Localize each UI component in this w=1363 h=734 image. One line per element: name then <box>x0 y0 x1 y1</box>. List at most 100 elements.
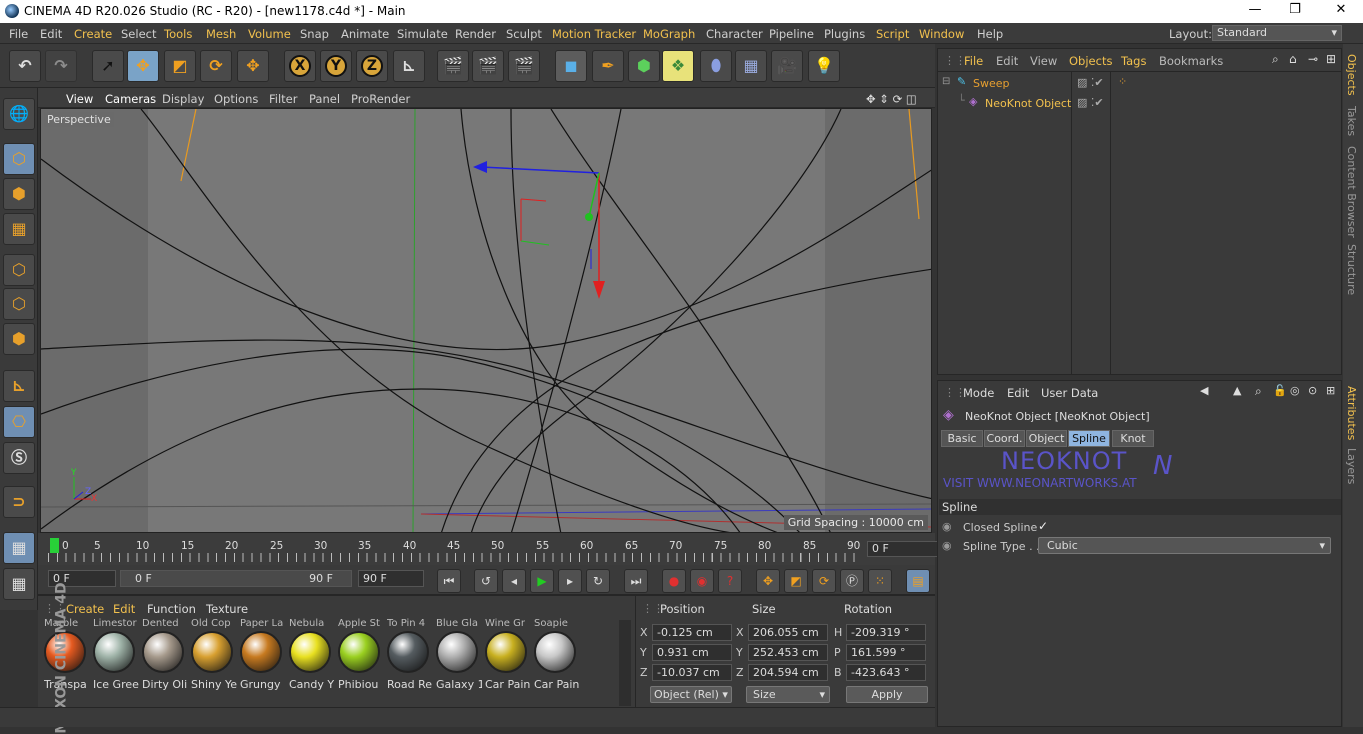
visibility-toggle-icon[interactable]: ▨ ⁚✔ <box>1077 76 1104 89</box>
z-axis-lock-button[interactable]: Z <box>356 50 388 82</box>
keyframe-selection-button[interactable]: ? <box>718 569 742 593</box>
side-tab-content-browser[interactable]: Content Browser <box>1345 146 1358 238</box>
play-button[interactable]: ▶ <box>530 569 554 593</box>
object-name[interactable]: NeoKnot Object <box>985 97 1071 110</box>
3d-viewport[interactable]: Y Z X Perspective Grid Spacing : 10000 c… <box>40 108 932 533</box>
menu-pipeline[interactable]: Pipeline <box>769 27 814 41</box>
viewport-menu-prorender[interactable]: ProRender <box>351 92 410 106</box>
material-menu-edit[interactable]: Edit <box>113 602 135 616</box>
size-field[interactable]: 206.055 cm <box>748 624 828 641</box>
material-item[interactable]: Limestor Ice Gree <box>91 618 139 692</box>
model-mode-button[interactable]: ⬡ <box>3 143 35 175</box>
next-key-button[interactable]: ↻ <box>586 569 610 593</box>
object-menu-objects[interactable]: Objects <box>1069 54 1112 68</box>
object-menu-file[interactable]: File <box>964 54 983 68</box>
end-frame-field[interactable]: 90 F <box>358 570 424 587</box>
link-icon[interactable]: ⊸ <box>1308 52 1318 66</box>
tweak-mode-button[interactable]: ⎔ <box>3 406 35 438</box>
position-field[interactable]: -0.125 cm <box>652 624 732 641</box>
viewport-nav-icons[interactable]: ✥ ⇕ ⟳ ◫ <box>866 92 917 106</box>
material-menu-texture[interactable]: Texture <box>206 602 248 616</box>
tab-coord[interactable]: Coord. <box>984 430 1025 447</box>
home-icon[interactable]: ⌂ <box>1289 52 1297 66</box>
key-position-button[interactable]: ✥ <box>756 569 780 593</box>
edges-mode-button[interactable]: ⬡ <box>3 288 35 320</box>
back-arrow-icon[interactable]: ◀ <box>1200 384 1208 397</box>
material-scrollbar[interactable] <box>619 620 631 706</box>
menu-sculpt[interactable]: Sculpt <box>506 27 542 41</box>
pen-spline-button[interactable]: ✒ <box>592 50 624 82</box>
menu-animate[interactable]: Animate <box>341 27 389 41</box>
attr-menu-mode[interactable]: Mode <box>963 386 994 400</box>
key-scale-button[interactable]: ◩ <box>784 569 808 593</box>
new-panel-icon[interactable]: ⊞ <box>1326 384 1335 397</box>
material-menu-function[interactable]: Function <box>147 602 196 616</box>
live-selection-button[interactable]: ➚ <box>92 50 124 82</box>
menu-mograph[interactable]: MoGraph <box>643 27 695 41</box>
redo-button[interactable]: ↷ <box>45 50 77 82</box>
render-settings-button[interactable]: 🎬 <box>508 50 540 82</box>
menu-file[interactable]: File <box>9 27 28 41</box>
key-rotation-button[interactable]: ⟳ <box>812 569 836 593</box>
previous-key-button[interactable]: ↺ <box>474 569 498 593</box>
menu-snap[interactable]: Snap <box>300 27 329 41</box>
cube-object-button[interactable]: ◼ <box>555 50 587 82</box>
autokeying-button[interactable]: ◉ <box>690 569 714 593</box>
playhead[interactable] <box>50 538 59 553</box>
viewport-menu-filter[interactable]: Filter <box>269 92 297 106</box>
size-mode-select[interactable]: Size ▾ <box>746 686 830 703</box>
size-field[interactable]: 204.594 cm <box>748 664 828 681</box>
previous-frame-button[interactable]: ◂ <box>502 569 526 593</box>
viewport-menu-display[interactable]: Display <box>162 92 204 106</box>
object-name[interactable]: Sweep <box>973 77 1010 90</box>
camera-button[interactable]: 🎥 <box>771 50 803 82</box>
side-tab-layers[interactable]: Layers <box>1345 448 1358 484</box>
search-icon[interactable]: ⌕ <box>1272 52 1279 67</box>
recent-tool-button[interactable]: ✥ <box>237 50 269 82</box>
menu-help[interactable]: Help <box>977 27 1003 41</box>
side-tab-takes[interactable]: Takes <box>1345 106 1358 136</box>
animation-radio-icon[interactable]: ◉ <box>942 539 952 552</box>
viewport-menu-options[interactable]: Options <box>214 92 258 106</box>
coordinate-mode-select[interactable]: Object (Rel) ▾ <box>650 686 732 703</box>
go-to-start-button[interactable]: ⏮ <box>437 569 461 593</box>
layout-select[interactable]: Standard ▾ <box>1212 25 1342 41</box>
position-field[interactable]: -10.037 cm <box>652 664 732 681</box>
material-item[interactable]: Blue Gla Galaxy 1 <box>434 618 482 692</box>
axis-mode-button[interactable]: ⊾ <box>3 370 35 402</box>
collapse-icon[interactable]: ⊟ <box>942 76 950 87</box>
y-axis-lock-button[interactable]: Y <box>320 50 352 82</box>
material-tag-icon[interactable]: ⁘ <box>1118 75 1127 88</box>
side-tab-structure[interactable]: Structure <box>1345 244 1358 295</box>
workplane-lock-button[interactable]: ▦ <box>3 532 35 564</box>
closed-spline-checkbox[interactable]: ✓ <box>1038 519 1048 533</box>
tab-knot[interactable]: Knot <box>1112 430 1154 447</box>
tab-basic[interactable]: Basic <box>941 430 983 447</box>
animation-radio-icon[interactable]: ◉ <box>942 520 952 533</box>
solo-button[interactable]: Ⓢ <box>3 442 35 474</box>
attr-menu-user-data[interactable]: User Data <box>1041 386 1098 400</box>
rotate-tool-button[interactable]: ⟳ <box>200 50 232 82</box>
floor-button[interactable]: ▦ <box>735 50 767 82</box>
menu-tools[interactable]: Tools <box>164 27 192 41</box>
texture-mode-button[interactable]: ⬢ <box>3 178 35 210</box>
settings-icon[interactable]: ⊙ <box>1308 384 1317 397</box>
apply-button[interactable]: Apply <box>846 686 928 703</box>
target-icon[interactable]: ◎ <box>1290 384 1300 397</box>
make-editable-button[interactable]: 🌐 <box>3 98 35 130</box>
light-button[interactable]: 💡 <box>808 50 840 82</box>
object-menu-tags[interactable]: Tags <box>1121 54 1146 68</box>
material-item[interactable]: Apple St Phibiou <box>336 618 382 692</box>
key-parameter-button[interactable]: Ⓟ <box>840 569 864 593</box>
menu-mesh[interactable]: Mesh <box>206 27 236 41</box>
menu-script[interactable]: Script <box>876 27 909 41</box>
object-row-neoknot[interactable]: └ ◈ NeoKnot Object ▨ ⁚✔ <box>938 94 1341 112</box>
polygons-mode-button[interactable]: ⬢ <box>3 323 35 355</box>
rotation-field[interactable]: -423.643 ° <box>846 664 926 681</box>
attr-menu-edit[interactable]: Edit <box>1007 386 1029 400</box>
minimize-button[interactable]: — <box>1245 2 1265 17</box>
new-panel-icon[interactable]: ⊞ <box>1326 52 1336 66</box>
material-item[interactable]: Paper La Grungy <box>238 618 284 692</box>
undo-button[interactable]: ↶ <box>9 50 41 82</box>
rotation-field[interactable]: 161.599 ° <box>846 644 926 661</box>
